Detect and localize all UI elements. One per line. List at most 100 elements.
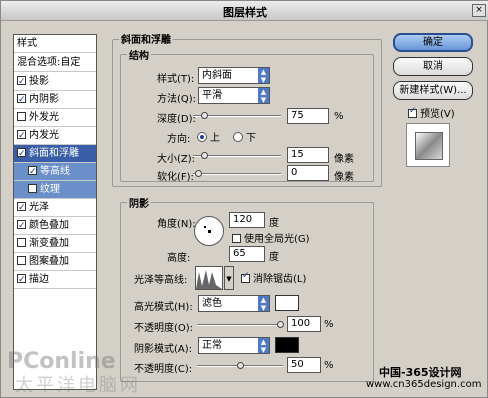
chevron-down-icon[interactable]: ▼ [224,266,234,290]
gloss-contour-label: 光泽等高线: [134,275,188,286]
angle-input[interactable]: 120 [229,212,265,228]
inner-shadow-checkbox[interactable] [17,91,26,109]
gradient-overlay-checkbox[interactable] [17,238,26,247]
bevel-emboss-checkbox[interactable] [17,145,26,163]
texture-checkbox[interactable] [28,184,37,193]
contour-checkbox[interactable] [28,163,37,181]
sidebar-item-texture[interactable]: 纹理 [14,181,96,199]
soften-slider[interactable] [193,170,281,177]
new-style-button[interactable]: 新建样式(W)... [393,81,473,100]
shadow-opacity-slider[interactable] [197,362,283,369]
global-light-label: 使用全局光(G) [244,234,310,245]
sidebar-item-label: 外发光 [29,112,59,123]
color-overlay-checkbox[interactable] [17,217,26,235]
direction-up-radio[interactable] [197,132,207,142]
technique-select[interactable]: 平滑 ▲ ▼ [198,87,270,104]
sidebar-item-satin[interactable]: 光泽 [14,199,96,217]
shadow-opacity-label: 不透明度(C): [134,364,193,375]
depth-slider[interactable] [193,112,281,119]
outer-glow-checkbox[interactable] [17,112,26,121]
sidebar-item-label: 样式 [17,38,37,49]
sidebar-item-pattern-overlay[interactable]: 图案叠加 [14,253,96,271]
sidebar-item-stroke[interactable]: 描边 [14,271,96,289]
depth-input[interactable]: 75 [287,108,329,124]
style-select[interactable]: 内斜面 ▲ ▼ [198,67,270,84]
direction-down-label: 下 [246,133,256,144]
angle-label: 角度(N): [157,219,196,230]
pattern-overlay-checkbox[interactable] [17,256,26,265]
sidebar-item-label: 投影 [29,76,49,87]
ok-button[interactable]: 确定 [393,33,473,52]
preview-option[interactable]: 预览(V) [408,105,455,120]
soften-slider-thumb[interactable] [195,170,202,177]
depth-slider-thumb[interactable] [201,112,208,119]
style-label: 样式(T): [157,74,195,85]
highlight-mode-select[interactable]: 滤色 ▲ ▼ [198,295,270,312]
structure-title: 结构 [127,47,151,62]
angle-center-dot [208,230,211,233]
highlight-opacity-thumb[interactable] [277,321,284,328]
altitude-input[interactable]: 65 [229,246,265,262]
sidebar-item-color-overlay[interactable]: 颜色叠加 [14,217,96,235]
sidebar-item-label: 纹理 [40,184,60,195]
sidebar-item-outer-glow[interactable]: 外发光 [14,109,96,127]
sidebar-item-inner-shadow[interactable]: 内阴影 [14,91,96,109]
shadow-color-swatch[interactable] [275,337,299,353]
highlight-color-swatch[interactable] [275,295,299,311]
sidebar-item-label: 渐变叠加 [29,238,69,249]
cancel-button[interactable]: 取消 [393,57,473,76]
sidebar-item-inner-glow[interactable]: 内发光 [14,127,96,145]
direction-up-label: 上 [210,133,220,144]
sidebar-item-styles[interactable]: 样式 [14,35,96,53]
sidebar-item-blending-options[interactable]: 混合选项:自定 [14,54,96,72]
site-watermark-cn: 中国-365设计网 [379,366,462,379]
size-unit: 像素 [334,154,354,165]
satin-checkbox[interactable] [17,199,26,217]
sidebar-item-label: 混合选项:自定 [17,57,81,68]
sidebar-item-gradient-overlay[interactable]: 渐变叠加 [14,235,96,253]
angle-dial[interactable] [194,216,224,246]
size-slider-thumb[interactable] [201,152,208,159]
antialias-option[interactable]: 消除锯齿(L) [241,270,306,285]
shadow-opacity-input[interactable]: 50 [287,357,321,373]
sidebar-item-drop-shadow[interactable]: 投影 [14,73,96,91]
highlight-opacity-input[interactable]: 100 [287,316,321,332]
altitude-unit: 度 [269,252,279,263]
drop-shadow-checkbox[interactable] [17,73,26,91]
angle-indicator [204,226,206,228]
depth-label: 深度(D): [157,114,196,125]
sidebar-item-label: 图案叠加 [29,256,69,267]
depth-unit: % [334,111,344,122]
inner-glow-checkbox[interactable] [17,127,26,145]
title-bar: 图层样式 × [1,1,488,21]
size-input[interactable]: 15 [287,147,329,163]
contour-curve-icon [196,270,222,289]
style-value: 内斜面 [202,70,232,81]
gloss-contour-preview[interactable] [195,266,223,290]
close-button[interactable]: × [472,4,486,17]
preview-swatch [415,132,443,160]
stroke-checkbox[interactable] [17,271,26,289]
sidebar-item-contour[interactable]: 等高线 [14,163,96,181]
direction-down-option[interactable]: 下 [233,129,256,144]
sidebar-item-bevel-emboss[interactable]: 斜面和浮雕 [14,145,96,163]
direction-up-option[interactable]: 上 [197,129,220,144]
global-light-checkbox[interactable] [232,234,241,243]
highlight-opacity-slider[interactable] [197,321,284,328]
sidebar-item-label: 描边 [29,274,49,285]
antialias-checkbox[interactable] [241,271,250,283]
size-label: 大小(Z): [157,154,196,165]
sidebar-item-label: 斜面和浮雕 [29,148,79,159]
chevron-updown-icon: ▲ ▼ [258,296,269,312]
shadow-opacity-thumb[interactable] [237,362,244,369]
soften-input[interactable]: 0 [287,165,329,181]
layer-style-dialog: 图层样式 × 样式 混合选项:自定 投影 内阴影 外发光 内发光 斜面和浮雕 等… [0,0,488,398]
size-slider[interactable] [193,152,281,159]
highlight-mode-value: 滤色 [202,298,222,309]
preview-checkbox[interactable] [408,106,417,118]
shadow-mode-select[interactable]: 正常 ▲ ▼ [198,337,270,354]
altitude-label: 高度: [167,253,191,264]
global-light-option[interactable]: 使用全局光(G) [232,230,310,245]
shadow-opacity-unit: % [324,360,334,371]
direction-down-radio[interactable] [233,132,243,142]
